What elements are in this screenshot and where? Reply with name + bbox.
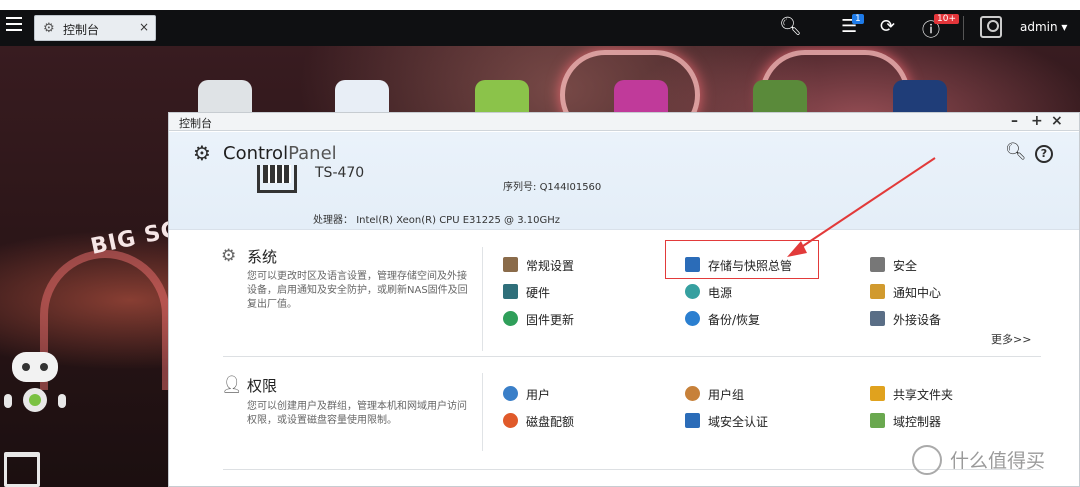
user-menu[interactable]: admin ▾ (1020, 20, 1067, 34)
tab-label: 控制台 (63, 23, 100, 37)
menu-icon[interactable] (6, 17, 22, 31)
gear-icon: ⚙ (43, 21, 55, 36)
divider (963, 16, 964, 40)
annotation-arrow (787, 157, 936, 257)
control-panel-window: 控制台 – + × ⚙ ControlPanel 🔍︎ ? TS-470 序列号… (168, 112, 1080, 487)
user-avatar-icon[interactable] (980, 16, 1002, 38)
notification-badge: 10+ (934, 14, 959, 24)
top-strip (0, 0, 1080, 10)
trash-icon[interactable] (4, 452, 40, 487)
robot-assistant-icon[interactable] (2, 348, 68, 428)
taskbar: ⚙ 控制台 × 🔍︎ ☰ 1 ⟳ ⓘ 10+ admin ▾ (0, 10, 1080, 46)
sync-icon[interactable]: ⟳ (880, 16, 895, 37)
watermark-text: 什么值得买 (950, 450, 1046, 472)
watermark-logo (912, 445, 942, 475)
search-icon[interactable]: 🔍︎ (779, 16, 802, 37)
tab-control-panel[interactable]: ⚙ 控制台 × (34, 15, 156, 41)
tasks-badge: 1 (852, 14, 864, 24)
close-icon[interactable]: × (139, 20, 149, 34)
